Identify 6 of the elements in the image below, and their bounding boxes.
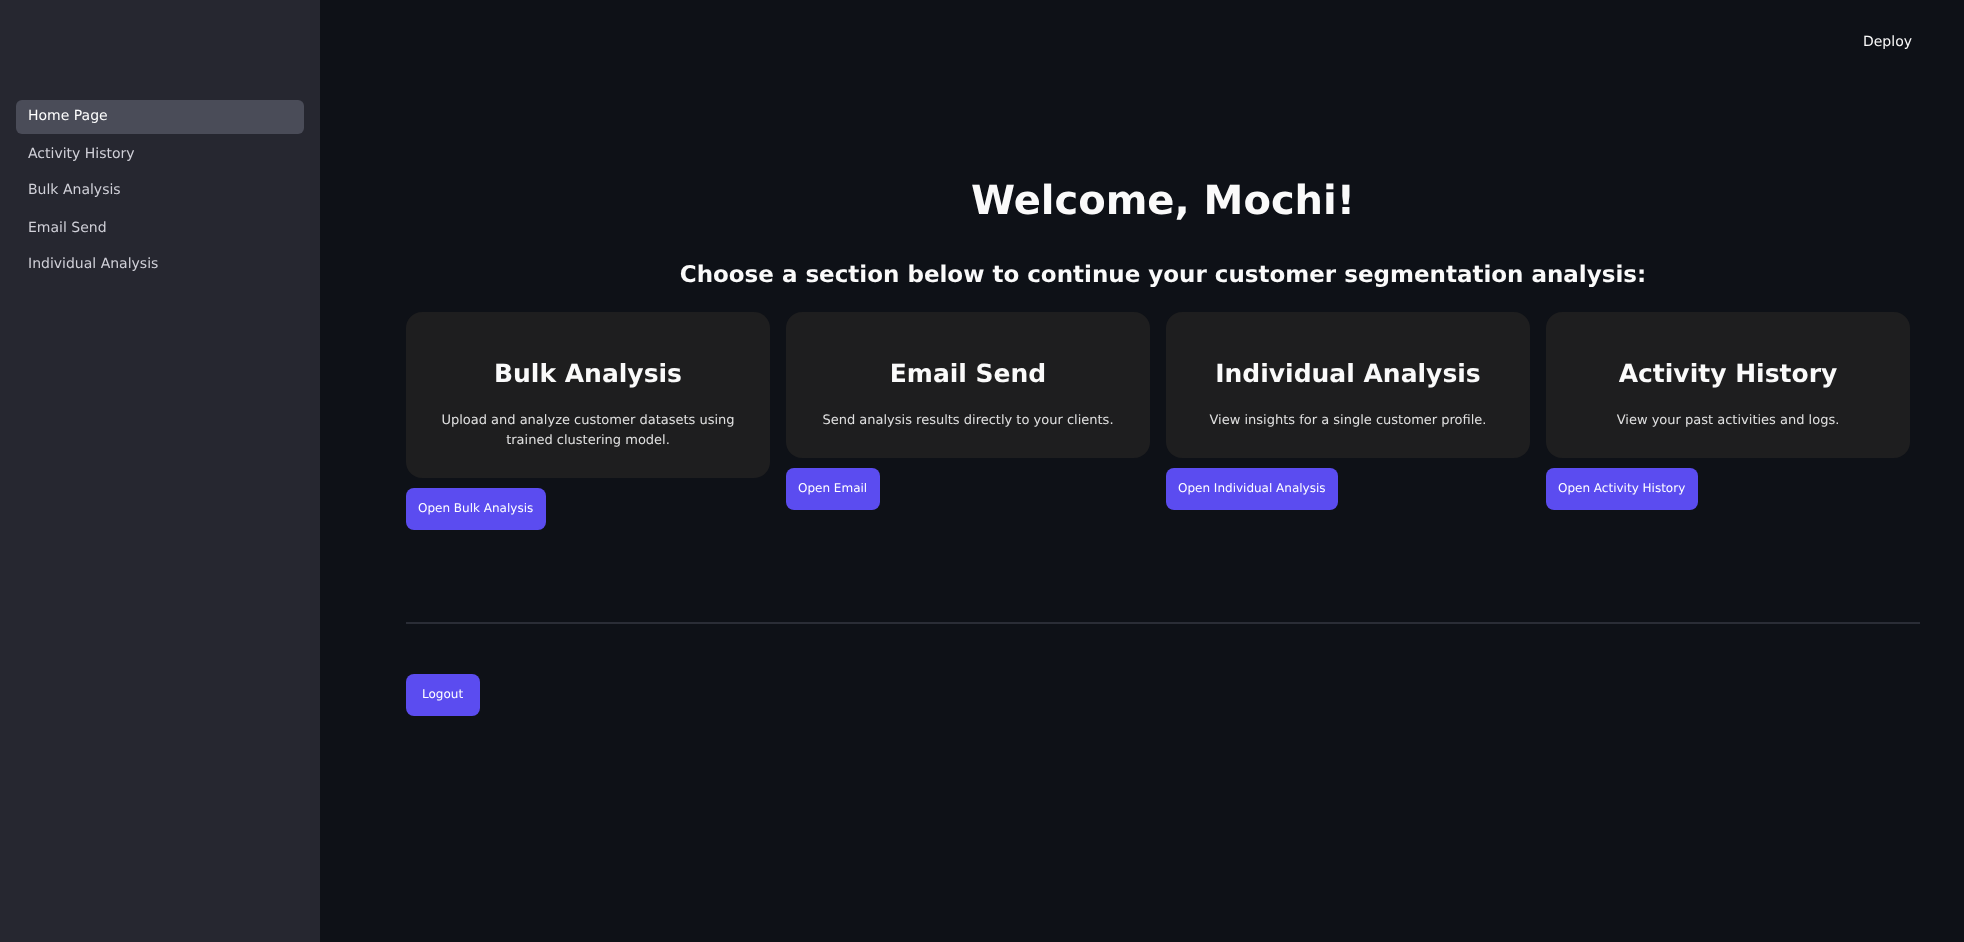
page-subtitle: Choose a section below to continue your customer segmentation analysis: xyxy=(677,257,1649,291)
page-title: Welcome, Mochi! xyxy=(968,173,1358,227)
card-title: Email Send xyxy=(887,355,1049,392)
card-title: Individual Analysis xyxy=(1213,355,1483,392)
card-title: Bulk Analysis xyxy=(492,355,684,392)
card-title: Activity History xyxy=(1616,355,1840,392)
